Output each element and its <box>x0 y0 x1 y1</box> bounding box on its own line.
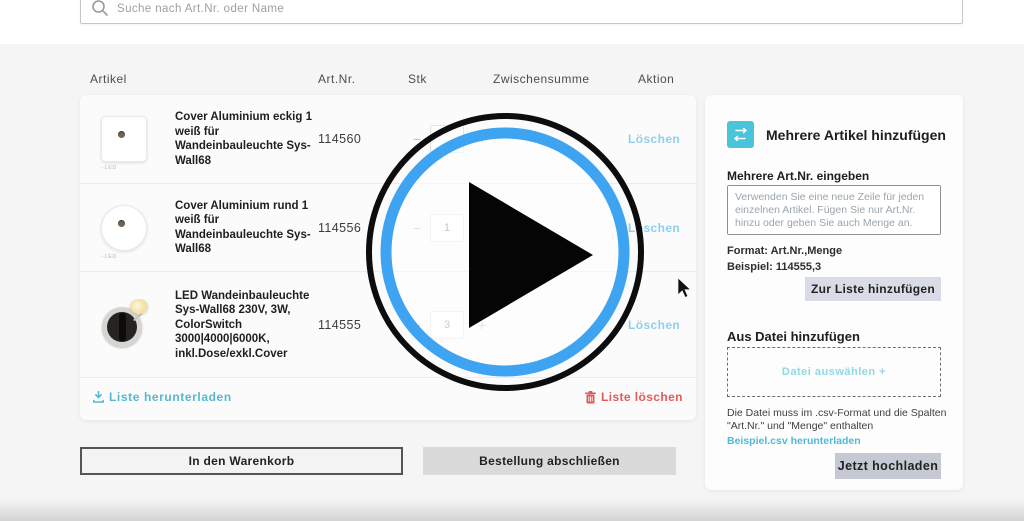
mouse-cursor-icon <box>677 277 693 304</box>
top-bar <box>0 0 1024 44</box>
bottom-shade <box>0 499 1024 521</box>
product-image-led-fixture <box>98 299 150 351</box>
checkout-button[interactable]: Bestellung abschließen <box>423 447 676 475</box>
format-hint: Format: Art.Nr.,Menge <box>727 245 842 257</box>
column-header-artikel: Artikel <box>90 72 127 86</box>
download-list-link[interactable]: Liste herunterladen <box>93 390 232 404</box>
swap-arrows-icon <box>727 121 754 148</box>
multi-artnr-textarea[interactable] <box>727 185 941 235</box>
file-select-label: Datei auswählen + <box>782 366 886 378</box>
search-icon <box>90 0 110 18</box>
upload-now-button[interactable]: Jetzt hochladen <box>835 453 941 479</box>
product-name: LED Wandeinbauleuchte Sys-Wall68 230V, 3… <box>175 288 327 361</box>
column-header-stk: Stk <box>408 72 427 86</box>
product-image-round-cover: ··LED <box>98 202 150 254</box>
search-box[interactable] <box>80 0 963 24</box>
example-csv-link[interactable]: Beispiel.csv herunterladen <box>727 435 861 447</box>
product-name: Cover Aluminium eckig 1 weiß für Wandein… <box>175 110 327 168</box>
brand-watermark: ··LED <box>100 165 117 171</box>
multi-artnr-label: Mehrere Art.Nr. eingeben <box>727 169 869 183</box>
csv-requirements-hint: Die Datei muss im .csv-Format und die Sp… <box>727 407 947 433</box>
download-icon <box>93 391 104 403</box>
search-input[interactable] <box>117 0 937 18</box>
product-name: Cover Aluminium rund 1 weiß für Wandeinb… <box>175 199 327 257</box>
column-header-aktion: Aktion <box>638 72 674 86</box>
panel-title: Mehrere Artikel hinzufügen <box>766 127 946 143</box>
column-header-zwischensumme: Zwischensumme <box>493 72 590 86</box>
add-to-cart-button[interactable]: In den Warenkorb <box>80 447 403 475</box>
brand-watermark: ··LED <box>100 254 117 260</box>
add-to-list-button[interactable]: Zur Liste hinzufügen <box>805 277 941 301</box>
panel-header: Mehrere Artikel hinzufügen <box>727 121 946 148</box>
column-header-artnr: Art.Nr. <box>318 72 356 86</box>
example-hint: Beispiel: 114555,3 <box>727 261 821 273</box>
video-play-overlay[interactable] <box>355 102 655 402</box>
file-section-title: Aus Datei hinzufügen <box>727 329 860 344</box>
bulk-add-panel: Mehrere Artikel hinzufügen Mehrere Art.N… <box>705 95 963 490</box>
file-select-dropzone[interactable]: Datei auswählen + <box>727 347 941 397</box>
product-image-square-cover: ··LED <box>98 113 150 165</box>
